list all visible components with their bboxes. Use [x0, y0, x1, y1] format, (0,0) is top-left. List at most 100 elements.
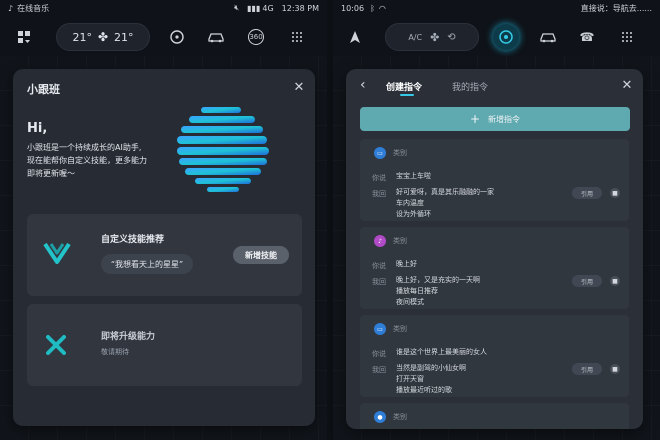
phone-icon[interactable]: ☎: [577, 27, 597, 47]
command-reply: 当然是副驾的小仙女啊 打开天窗 播放最近听过的歌: [396, 363, 466, 396]
upgrade-title: 即将升级能力: [101, 332, 156, 342]
top-bar: A/C ✤ ⟲ ☎: [333, 20, 660, 54]
mic-icon: ●: [374, 411, 386, 423]
skill-recommend-card[interactable]: 自定义技能推荐 “我想看天上的星星” 新增技能: [27, 214, 302, 296]
recirculation-icon[interactable]: ⟲: [447, 32, 455, 43]
status-bar: ♪ 在线音乐 🔇︎ ▮▮▮ 4G 12:38 PM: [0, 0, 327, 16]
status-app: 在线音乐: [17, 3, 50, 13]
bluetooth-icon: ᛒ: [370, 3, 375, 13]
command-phrase: 晚上好: [396, 260, 417, 268]
assistant-orb-icon: [177, 107, 269, 192]
climate-control[interactable]: A/C ✤ ⟲: [385, 23, 479, 51]
intro-line: 即将更新喔～: [27, 169, 75, 178]
tab-indicator: [400, 94, 414, 96]
reply-line: 当然是副驾的小仙女啊: [396, 364, 466, 372]
signal-icon: ▮▮▮: [247, 3, 261, 13]
command-category: 类别: [393, 413, 407, 421]
reply-line: 播放最近听过的歌: [396, 386, 452, 394]
grid-icon[interactable]: [14, 27, 34, 47]
command-card[interactable]: ▭ 类别 你说 宝宝上车啦 我回 好可爱呀，真是其乐融融的一家 车内温度 设为外…: [360, 139, 629, 221]
command-card[interactable]: ▭ 类别 你说 谁是这个世界上最美丽的女人 我回 当然是副驾的小仙女啊 打开天窗…: [360, 315, 629, 397]
phrase-label: 你说: [372, 350, 386, 358]
right-temp[interactable]: 21°: [114, 31, 134, 44]
add-command-label: 新增指令: [488, 114, 521, 124]
network-type: 4G: [262, 3, 274, 13]
reply-line: 晚上好，又是充实的一天啊: [396, 276, 480, 284]
left-temp[interactable]: 21°: [72, 31, 92, 44]
tab-create[interactable]: 创建指令: [386, 80, 422, 93]
reply-label: 我回: [372, 190, 386, 198]
car-icon[interactable]: [538, 27, 558, 47]
reply-label: 我回: [372, 278, 386, 286]
status-time: 10:06: [341, 3, 365, 13]
car-icon[interactable]: [206, 27, 226, 47]
360-icon[interactable]: 360: [245, 27, 267, 47]
delete-icon[interactable]: ■: [610, 364, 620, 374]
ac-button[interactable]: A/C: [408, 33, 422, 42]
reply-line: 车内温度: [396, 199, 424, 207]
skill-title: 自定义技能推荐: [101, 235, 165, 245]
command-header: ● 类别: [374, 411, 407, 423]
car-icon: ▭: [374, 323, 386, 335]
close-icon[interactable]: ✕: [619, 77, 635, 93]
reply-line: 好可爱呀，真是其乐融融的一家: [396, 188, 494, 196]
add-skill-button[interactable]: 新增技能: [233, 246, 289, 264]
intro-text: 小跟班是一个持续成长的AI助手, 现在能帮你自定义技能，更多能力 即将更新喔～: [27, 141, 147, 180]
use-button[interactable]: 引用: [572, 187, 602, 199]
upgrade-logo-icon: [46, 335, 66, 355]
reply-line: 播放每日推荐: [396, 287, 438, 295]
phrase-label: 你说: [372, 262, 386, 270]
skill-example[interactable]: “我想看天上的星星”: [101, 254, 193, 274]
steering-icon[interactable]: [167, 27, 187, 47]
reply-line: 夜间模式: [396, 298, 424, 306]
climate-control[interactable]: 21° ✤ 21°: [56, 23, 150, 51]
reply-line: 打开天窗: [396, 375, 424, 383]
dialog-title: 小跟班: [27, 83, 60, 96]
reply-label: 我回: [372, 366, 386, 374]
back-icon[interactable]: ‹: [360, 77, 366, 93]
command-reply: 晚上好，又是充实的一天啊 播放每日推荐 夜间模式: [396, 275, 480, 308]
plus-icon: +: [469, 112, 481, 126]
tab-my-commands[interactable]: 我的指令: [452, 80, 488, 93]
command-header: ▭ 类别: [374, 323, 407, 335]
mute-icon: 🔇︎: [234, 3, 240, 12]
left-screen: ♪ 在线音乐 🔇︎ ▮▮▮ 4G 12:38 PM 21° ✤ 21° 360 …: [0, 0, 327, 440]
command-reply: 好可爱呀，真是其乐融融的一家 车内温度 设为外循环: [396, 187, 494, 220]
command-category: 类别: [393, 149, 407, 157]
command-header: ♪ 类别: [374, 235, 407, 247]
command-card[interactable]: ♪ 类别 你说 晚上好 我回 晚上好，又是充实的一天啊 播放每日推荐 夜间模式 …: [360, 227, 629, 309]
command-phrase: 宝宝上车啦: [396, 172, 431, 180]
assistant-icon[interactable]: [493, 24, 519, 50]
phrase-label: 你说: [372, 174, 386, 182]
assistant-dialog: 小跟班 ✕ Hi, 小跟班是一个持续成长的AI助手, 现在能帮你自定义技能，更多…: [13, 69, 315, 426]
command-header: ▭ 类别: [374, 147, 407, 159]
car-icon: ▭: [374, 147, 386, 159]
wifi-icon: ◠: [378, 3, 386, 13]
greeting: Hi,: [27, 121, 48, 136]
use-button[interactable]: 引用: [572, 363, 602, 375]
reply-line: 设为外循环: [396, 210, 431, 218]
use-button[interactable]: 引用: [572, 275, 602, 287]
delete-icon[interactable]: ■: [610, 188, 620, 198]
close-icon[interactable]: ✕: [291, 79, 307, 95]
command-phrase: 谁是这个世界上最美丽的女人: [396, 348, 487, 356]
add-command-button[interactable]: + 新增指令: [360, 107, 630, 131]
command-dialog: ‹ 创建指令 我的指令 ✕ + 新增指令 ▭ 类别 你说 宝宝上车啦 我回 好可…: [346, 69, 643, 429]
music-icon: ♪: [374, 235, 386, 247]
upgrade-card: 即将升级能力 敬请期待: [27, 304, 302, 386]
command-card[interactable]: ● 类别: [360, 403, 629, 429]
command-category: 类别: [393, 237, 407, 245]
navigation-icon[interactable]: [345, 27, 365, 47]
fan-icon[interactable]: ✤: [430, 31, 439, 44]
nav-hint: 直接说：导航去......: [580, 3, 652, 13]
status-time: 12:38 PM: [281, 3, 319, 13]
intro-line: 小跟班是一个持续成长的AI助手,: [27, 143, 142, 152]
status-bar: 10:06 ᛒ ◠ 直接说：导航去......: [333, 0, 660, 16]
fan-icon[interactable]: ✤: [98, 30, 108, 44]
apps-icon[interactable]: [617, 27, 637, 47]
apps-icon[interactable]: [287, 27, 307, 47]
music-icon: ♪: [8, 3, 14, 13]
delete-icon[interactable]: ■: [610, 276, 620, 286]
top-bar: 21° ✤ 21° 360: [0, 20, 327, 54]
skill-logo-icon: [43, 242, 71, 264]
